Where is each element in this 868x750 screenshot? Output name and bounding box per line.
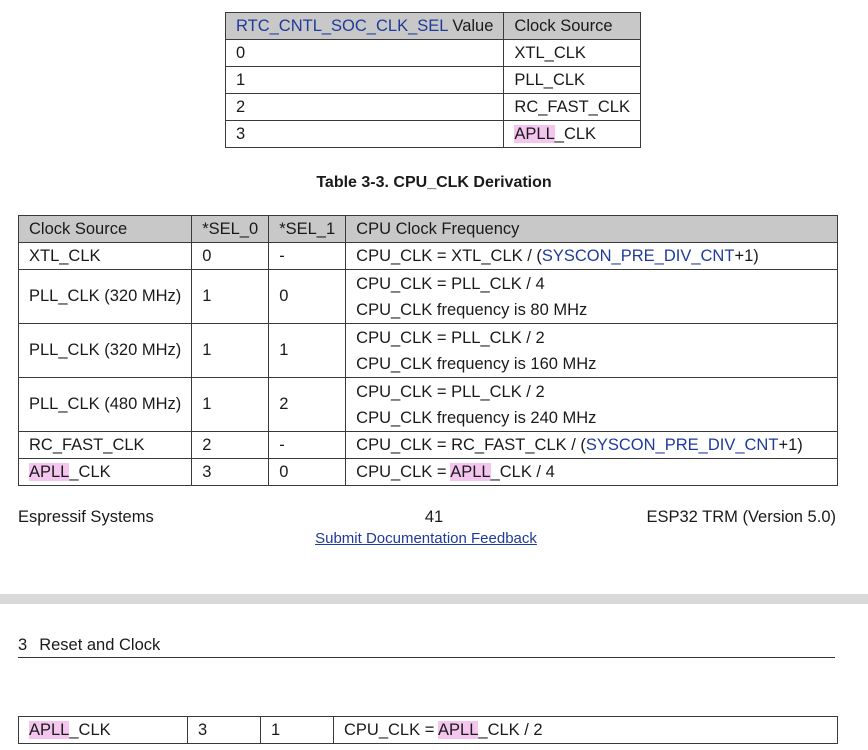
cell-frequency: CPU_CLK = RC_FAST_CLK / (SYSCON_PRE_DIV_… <box>345 431 838 459</box>
cell-source: XTL_CLK <box>503 39 641 67</box>
feedback-link[interactable]: Submit Documentation Feedback <box>0 530 852 547</box>
section-title: Reset and Clock <box>39 636 161 654</box>
cell-sel1: 0 <box>268 269 347 324</box>
cell-sel0: 3 <box>191 458 270 486</box>
formula-line: CPU_CLK = PLL_CLK / 2 <box>356 328 545 347</box>
formula-line: CPU_CLK = PLL_CLK / 2 <box>356 382 545 401</box>
table-row: 3 APLL_CLK <box>224 120 641 148</box>
search-highlight: APLL <box>514 124 555 143</box>
cell-source: RC_FAST_CLK <box>17 431 193 459</box>
cell-sel1: - <box>268 431 347 459</box>
cell-value: 2 <box>224 93 505 121</box>
header-frequency: CPU Clock Frequency <box>345 215 838 243</box>
cell-text: CPU_CLK = <box>344 720 439 739</box>
header-sel0: *SEL_0 <box>191 215 270 243</box>
cell-source: PLL_CLK (480 MHz) <box>17 377 193 432</box>
table-caption: Table 3-3. CPU_CLK Derivation <box>316 174 552 191</box>
header-rule <box>18 657 835 658</box>
cpu-clk-table-continued: APLL_CLK 3 1 CPU_CLK = APLL_CLK / 2 <box>18 716 838 744</box>
cell-sel1: 0 <box>268 458 347 486</box>
frequency-line: CPU_CLK frequency is 80 MHz <box>356 300 588 319</box>
table-row: APLL_CLK 3 0 CPU_CLK = APLL_CLK / 4 <box>17 458 838 486</box>
soc-clk-sel-table: RTC_CNTL_SOC_CLK_SEL Value Clock Source … <box>224 12 641 148</box>
search-highlight: APLL <box>438 720 479 739</box>
frequency-line: CPU_CLK frequency is 240 MHz <box>356 408 597 427</box>
cell-value: 1 <box>224 66 505 94</box>
running-header: 3 Reset and Clock <box>18 636 160 655</box>
page-separator <box>0 594 868 604</box>
search-highlight: APLL <box>29 462 70 481</box>
table-header-row: RTC_CNTL_SOC_CLK_SEL Value Clock Source <box>224 12 641 40</box>
footer-doc-title: ESP32 TRM (Version 5.0) <box>646 508 836 526</box>
table-header-row: Clock Source *SEL_0 *SEL_1 CPU Clock Fre… <box>17 215 838 243</box>
cell-frequency: CPU_CLK = APLL_CLK / 2 <box>333 716 838 744</box>
table-row: 1 PLL_CLK <box>224 66 641 94</box>
cell-source: PLL_CLK <box>503 66 641 94</box>
cell-sel0: 1 <box>191 377 270 432</box>
cell-source: XTL_CLK <box>17 242 193 270</box>
table-row: PLL_CLK (480 MHz) 1 2 CPU_CLK = PLL_CLK … <box>17 377 838 432</box>
cell-source: APLL_CLK <box>17 458 193 486</box>
page-41: RTC_CNTL_SOC_CLK_SEL Value Clock Source … <box>0 0 868 594</box>
cell-text: CPU_CLK = <box>356 462 451 481</box>
cell-source: RC_FAST_CLK <box>503 93 641 121</box>
cell-sel0: 3 <box>187 716 261 744</box>
cell-source: PLL_CLK (320 MHz) <box>17 323 193 378</box>
table-row: APLL_CLK 3 1 CPU_CLK = APLL_CLK / 2 <box>18 716 838 744</box>
cell-text: CPU_CLK = XTL_CLK / ( <box>356 246 542 265</box>
search-highlight: APLL <box>450 462 491 481</box>
register-link[interactable]: SYSCON_PRE_DIV_CNT <box>542 247 735 265</box>
cell-text: CPU_CLK = RC_FAST_CLK / ( <box>356 435 586 454</box>
header-sel1: *SEL_1 <box>268 215 347 243</box>
cell-frequency: CPU_CLK = PLL_CLK / 2 CPU_CLK frequency i… <box>345 377 838 432</box>
cell-text: _CLK <box>554 124 597 143</box>
register-link[interactable]: SYSCON_PRE_DIV_CNT <box>586 436 779 454</box>
header-clock-source: Clock Source <box>503 12 641 40</box>
cell-text: _CLK / 4 <box>490 462 555 481</box>
search-highlight: APLL <box>29 720 70 739</box>
cell-source: APLL_CLK <box>503 120 641 148</box>
register-link[interactable]: RTC_CNTL_SOC_CLK_SEL <box>236 17 448 35</box>
formula-line: CPU_CLK = PLL_CLK / 4 <box>356 274 545 293</box>
cell-sel0: 1 <box>191 323 270 378</box>
header-suffix: Value <box>447 16 494 35</box>
cell-sel0: 2 <box>191 431 270 459</box>
cell-text: +1) <box>778 435 803 454</box>
cell-frequency: CPU_CLK = PLL_CLK / 2 CPU_CLK frequency i… <box>345 323 838 378</box>
section-number: 3 <box>18 636 28 654</box>
cell-sel0: 1 <box>191 269 270 324</box>
cell-text: +1) <box>734 246 759 265</box>
table-row: XTL_CLK 0 - CPU_CLK = XTL_CLK / (SYSCON_… <box>17 242 838 270</box>
header-sel-value: RTC_CNTL_SOC_CLK_SEL Value <box>224 12 505 40</box>
table-row: 2 RC_FAST_CLK <box>224 93 641 121</box>
cell-sel1: 1 <box>268 323 347 378</box>
cell-value: 3 <box>224 120 505 148</box>
cpu-clk-derivation-table: Clock Source *SEL_0 *SEL_1 CPU Clock Fre… <box>17 215 838 486</box>
cell-frequency: CPU_CLK = PLL_CLK / 4 CPU_CLK frequency i… <box>345 269 838 324</box>
cell-source: PLL_CLK (320 MHz) <box>17 269 193 324</box>
cell-frequency: CPU_CLK = APLL_CLK / 4 <box>345 458 838 486</box>
table-row: RC_FAST_CLK 2 - CPU_CLK = RC_FAST_CLK / … <box>17 431 838 459</box>
table-row: 0 XTL_CLK <box>224 39 641 67</box>
header-clock-source: Clock Source <box>17 215 193 243</box>
frequency-line: CPU_CLK frequency is 160 MHz <box>356 354 597 373</box>
cell-sel1: - <box>268 242 347 270</box>
table-row: PLL_CLK (320 MHz) 1 0 CPU_CLK = PLL_CLK … <box>17 269 838 324</box>
cell-text: _CLK / 2 <box>478 720 543 739</box>
table-row: PLL_CLK (320 MHz) 1 1 CPU_CLK = PLL_CLK … <box>17 323 838 378</box>
cell-value: 0 <box>224 39 505 67</box>
cell-sel0: 0 <box>191 242 270 270</box>
cell-text: _CLK <box>69 462 111 481</box>
cell-sel1: 1 <box>260 716 334 744</box>
cell-frequency: CPU_CLK = XTL_CLK / (SYSCON_PRE_DIV_CNT+… <box>345 242 838 270</box>
cell-text: _CLK <box>69 720 111 739</box>
cell-sel1: 2 <box>268 377 347 432</box>
cell-source: APLL_CLK <box>18 716 188 744</box>
